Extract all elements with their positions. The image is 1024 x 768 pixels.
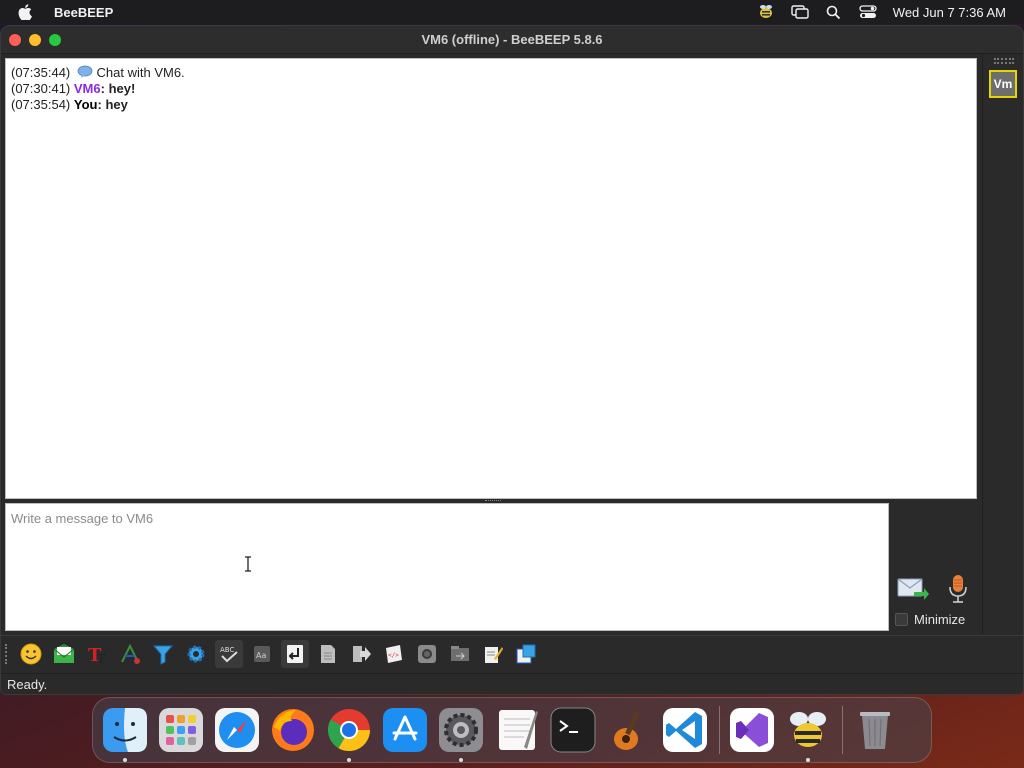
chat-window: VM6 (offline) - BeeBEEP 5.8.6 (07:35:44)… (0, 25, 1024, 695)
dock-safari[interactable] (213, 706, 261, 754)
window-controls (9, 34, 61, 46)
system-settings-icon (439, 708, 483, 752)
message-input-placeholder: Write a message to VM6 (11, 511, 154, 526)
chat-message: hey! (108, 81, 136, 96)
svg-text:T: T (97, 652, 105, 665)
dock-beebeep[interactable] (784, 706, 832, 762)
trash-icon (860, 712, 890, 749)
chat-line: (07:35:54) You: hey (11, 97, 971, 113)
chat-transcript[interactable]: (07:35:44) Chat with VM6. (07:30:41) VM6… (5, 58, 977, 499)
window-title: VM6 (offline) - BeeBEEP 5.8.6 (421, 32, 603, 47)
dock (92, 697, 932, 763)
minimize-window-button[interactable] (29, 34, 41, 46)
svg-text:</>: </> (388, 652, 399, 659)
dock-separator (719, 706, 720, 754)
launchpad-icon (159, 708, 203, 752)
minimize-label: Minimize (914, 612, 966, 627)
dock-visual-studio[interactable] (728, 706, 776, 754)
firefox-icon (272, 709, 314, 751)
dock-launchpad[interactable] (157, 706, 205, 754)
menubar-clock[interactable]: Wed Jun 7 7:36 AM (893, 5, 1006, 20)
share-folder-icon[interactable] (446, 640, 474, 668)
dock-system-settings[interactable] (437, 706, 485, 762)
svg-text:Aa: Aa (256, 651, 266, 660)
screenshot-icon[interactable] (413, 640, 441, 668)
detach-window-icon[interactable] (512, 640, 540, 668)
html-icon[interactable]: </> (380, 640, 408, 668)
safari-icon (215, 708, 259, 752)
chat-line: (07:35:44) Chat with VM6. (11, 65, 971, 81)
chat-system-message: Chat with VM6. (96, 65, 185, 80)
mail-icon[interactable] (50, 640, 78, 668)
app-store-icon (383, 708, 427, 752)
dock-chrome[interactable] (325, 706, 373, 762)
emoticon-icon[interactable] (17, 640, 45, 668)
toolbar-grip-handle[interactable] (5, 643, 9, 664)
filter-icon[interactable] (149, 640, 177, 668)
chat-message: hey (105, 97, 128, 112)
chat-line: (07:30:41) VM6: hey! (11, 81, 971, 97)
spotlight-search-icon[interactable] (817, 1, 851, 23)
text-cursor-icon (244, 556, 252, 572)
dock-garageband[interactable] (605, 706, 653, 754)
enter-key-icon[interactable] (281, 639, 309, 668)
message-input[interactable]: Write a message to VM6 (5, 503, 889, 631)
save-chat-icon[interactable] (314, 640, 342, 668)
running-indicator (347, 758, 351, 762)
running-indicator (123, 758, 127, 762)
dock-textedit[interactable] (493, 706, 541, 754)
chat-timestamp: (07:35:44) (11, 65, 71, 80)
textedit-icon (499, 710, 538, 750)
visual-studio-icon (730, 708, 774, 752)
minimize-checkbox-box[interactable] (895, 613, 908, 626)
beebeep-tray-icon[interactable] (749, 1, 783, 23)
control-center-icon[interactable] (851, 1, 885, 23)
terminal-icon (550, 707, 596, 753)
dock-finder[interactable] (101, 706, 149, 762)
user-list-panel: Vm (982, 54, 1023, 634)
edit-icon[interactable] (479, 640, 507, 668)
microphone-icon[interactable] (947, 574, 969, 604)
chrome-icon (327, 709, 370, 752)
font-icon[interactable]: TT (83, 640, 111, 668)
user-avatar-vm6[interactable]: Vm (989, 70, 1017, 98)
finder-icon (103, 708, 147, 752)
dock-terminal[interactable] (549, 706, 597, 754)
dock-firefox[interactable] (269, 706, 317, 754)
close-window-button[interactable] (9, 34, 21, 46)
minimize-checkbox[interactable]: Minimize (895, 612, 965, 627)
dock-trash[interactable] (851, 706, 899, 754)
status-bar: Ready. (1, 673, 1023, 694)
apple-icon[interactable] (18, 4, 34, 20)
maximize-window-button[interactable] (49, 34, 61, 46)
color-icon[interactable] (116, 640, 144, 668)
title-bar[interactable]: VM6 (offline) - BeeBEEP 5.8.6 (1, 26, 1023, 54)
vscode-icon (663, 708, 707, 752)
menu-bar: BeeBEEP Wed Jun 7 7:36 AM (0, 0, 1024, 24)
dock-separator (842, 706, 843, 754)
beebeep-icon (790, 712, 826, 747)
chat-timestamp: (07:30:41) (11, 81, 71, 96)
chat-toolbar: TT ABC Aa </> (1, 635, 1023, 671)
word-completer-icon[interactable]: Aa (248, 640, 276, 668)
panel-grip-handle[interactable] (994, 58, 1014, 64)
running-indicator (806, 758, 810, 762)
speech-bubble-icon (77, 65, 93, 79)
svg-text:ABC: ABC (220, 646, 234, 654)
dock-vscode[interactable] (661, 706, 709, 754)
garageband-icon (614, 711, 640, 750)
send-message-button[interactable] (897, 576, 929, 602)
running-indicator (459, 758, 463, 762)
settings-gear-icon[interactable] (182, 640, 210, 668)
send-file-icon[interactable] (347, 640, 375, 668)
chat-timestamp: (07:35:54) (11, 97, 71, 112)
chat-sender[interactable]: You (74, 97, 98, 112)
app-menu-name[interactable]: BeeBEEP (54, 5, 113, 20)
chat-sender[interactable]: VM6 (74, 81, 101, 96)
screen-mirroring-icon[interactable] (783, 1, 817, 23)
chat-separator: : (100, 81, 109, 96)
spellcheck-icon[interactable]: ABC (215, 639, 243, 668)
dock-app-store[interactable] (381, 706, 429, 754)
